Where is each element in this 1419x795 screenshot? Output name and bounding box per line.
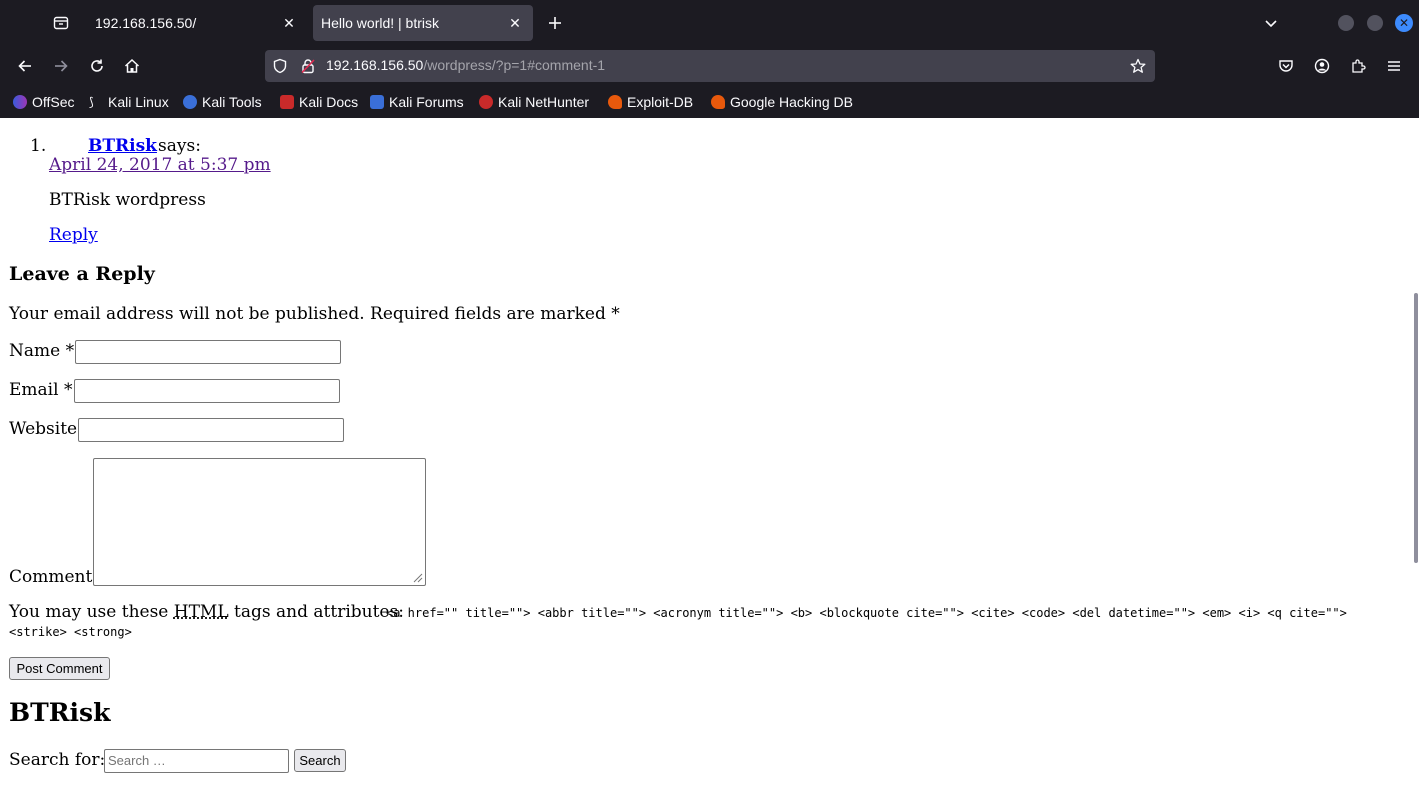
back-arrow-icon[interactable] [11,52,39,80]
exploit-db-icon [608,95,622,109]
website-label: Website [9,419,78,439]
kali-nethunter-icon [479,95,493,109]
tab-title: 192.168.156.50/ [95,15,197,31]
url-host: 192.168.156.50 [326,57,424,73]
kali-dragon-icon: ⟆ [89,95,94,109]
tab-title: Hello world! | btrisk [321,15,440,31]
kali-forums-icon [370,95,384,109]
comment-reply: Reply [49,225,98,245]
allowed-tags-line-2: <strike> <strong> [9,625,132,639]
url-text[interactable]: 192.168.156.50/wordpress/?p=1#comment-1 [326,57,605,73]
allowed-prefix: You may use these [9,602,169,622]
html-abbr: HTML [173,602,229,622]
home-icon[interactable] [118,52,146,80]
comment-date-link[interactable]: April 24, 2017 at 5:37 pm [49,155,271,175]
comment-date: April 24, 2017 at 5:37 pm [49,155,271,175]
window-close-button[interactable]: ✕ [1395,14,1413,32]
url-path: /wordpress/?p=1#comment-1 [423,57,606,73]
bookmark-star-icon[interactable] [1130,58,1146,74]
search-label: Search for: [9,750,106,770]
offsec-icon [13,95,27,109]
bookmark-label: Kali Tools [202,94,262,110]
bookmark-label: Kali NetHunter [498,94,590,110]
search-button[interactable]: Search [294,749,346,772]
name-label: Name * [9,341,75,361]
tab-bar: 192.168.156.50/ ✕ Hello world! | btrisk … [0,0,1419,46]
resize-grip-icon[interactable] [413,573,423,583]
bookmarks-toolbar: OffSec ⟆ Kali Linux Kali Tools Kali Docs … [0,88,1419,116]
comment-number: 1. [30,136,47,156]
kali-tools-icon [183,95,197,109]
hamburger-menu-icon[interactable] [1380,52,1408,80]
search-input[interactable]: Search … [104,749,289,773]
bookmark-label: Kali Docs [299,94,359,110]
kali-docs-icon [280,95,294,109]
bookmark-kali-tools[interactable]: Kali Tools [183,92,262,112]
email-label: Email * [9,380,73,400]
tracking-protection-shield-icon[interactable] [272,58,288,74]
bookmark-label: Kali Forums [389,94,464,110]
bookmark-kali-docs[interactable]: Kali Docs [280,92,358,112]
post-comment-button[interactable]: Post Comment [9,657,110,680]
bookmark-kali-nethunter[interactable]: Kali NetHunter [479,92,589,112]
comment-label: Comment [9,567,93,587]
comment-author-link[interactable]: BTRisk [88,136,157,156]
bookmark-kali-linux[interactable]: ⟆ Kali Linux [89,92,169,112]
new-tab-icon[interactable] [541,9,569,37]
close-tab-icon[interactable]: ✕ [505,13,525,33]
url-bar[interactable]: 192.168.156.50/wordpress/?p=1#comment-1 [265,50,1155,82]
bookmark-exploit-db[interactable]: Exploit-DB [608,92,693,112]
search-placeholder: Search … [108,753,166,768]
comment-says: says: [158,136,201,156]
page-scrollbar[interactable] [1412,118,1419,795]
name-input[interactable] [75,340,341,364]
firefox-view-icon[interactable] [47,9,75,37]
list-all-tabs-chevron-down-icon[interactable] [1257,9,1285,37]
close-tab-icon[interactable]: ✕ [279,13,299,33]
minimize-button[interactable] [1338,15,1354,31]
bookmark-label: Google Hacking DB [730,94,853,110]
extensions-puzzle-icon[interactable] [1344,52,1372,80]
bookmark-label: Exploit-DB [627,94,694,110]
maximize-button[interactable] [1367,15,1383,31]
insecure-lock-icon[interactable] [300,58,316,74]
scrollbar-thumb[interactable] [1414,293,1418,563]
website-input[interactable] [78,418,344,442]
tab-inactive[interactable]: 192.168.156.50/ ✕ [85,5,307,41]
bookmark-google-hacking-db[interactable]: Google Hacking DB [711,92,853,112]
comment-author: BTRisk [88,136,157,156]
ghdb-icon [711,95,725,109]
page-content: 1. BTRisk says: April 24, 2017 at 5:37 p… [0,118,1412,795]
tab-active[interactable]: Hello world! | btrisk ✕ [313,5,533,41]
site-title: BTRisk [9,698,111,727]
allowed-tags-intro: You may use these HTML tags and attribut… [9,602,404,622]
browser-chrome: 192.168.156.50/ ✕ Hello world! | btrisk … [0,0,1419,118]
reply-link[interactable]: Reply [49,225,98,245]
account-icon[interactable] [1308,52,1336,80]
forward-arrow-icon[interactable] [47,52,75,80]
reload-icon[interactable] [83,52,111,80]
comment-notes: Your email address will not be published… [9,304,620,324]
allowed-tags-line-1: <a href="" title=""> <abbr title=""> <ac… [386,606,1347,620]
reply-heading: Leave a Reply [9,263,155,285]
allowed-suffix: tags and attributes: [234,602,404,622]
pocket-icon[interactable] [1272,52,1300,80]
navigation-toolbar: 192.168.156.50/wordpress/?p=1#comment-1 [0,46,1419,86]
comment-text: BTRisk wordpress [49,190,206,210]
email-input[interactable] [74,379,340,403]
bookmark-offsec[interactable]: OffSec [13,92,75,112]
bookmark-label: OffSec [32,94,75,110]
comment-textarea[interactable] [93,458,426,586]
bookmark-label: Kali Linux [108,94,169,110]
bookmark-kali-forums[interactable]: Kali Forums [370,92,464,112]
